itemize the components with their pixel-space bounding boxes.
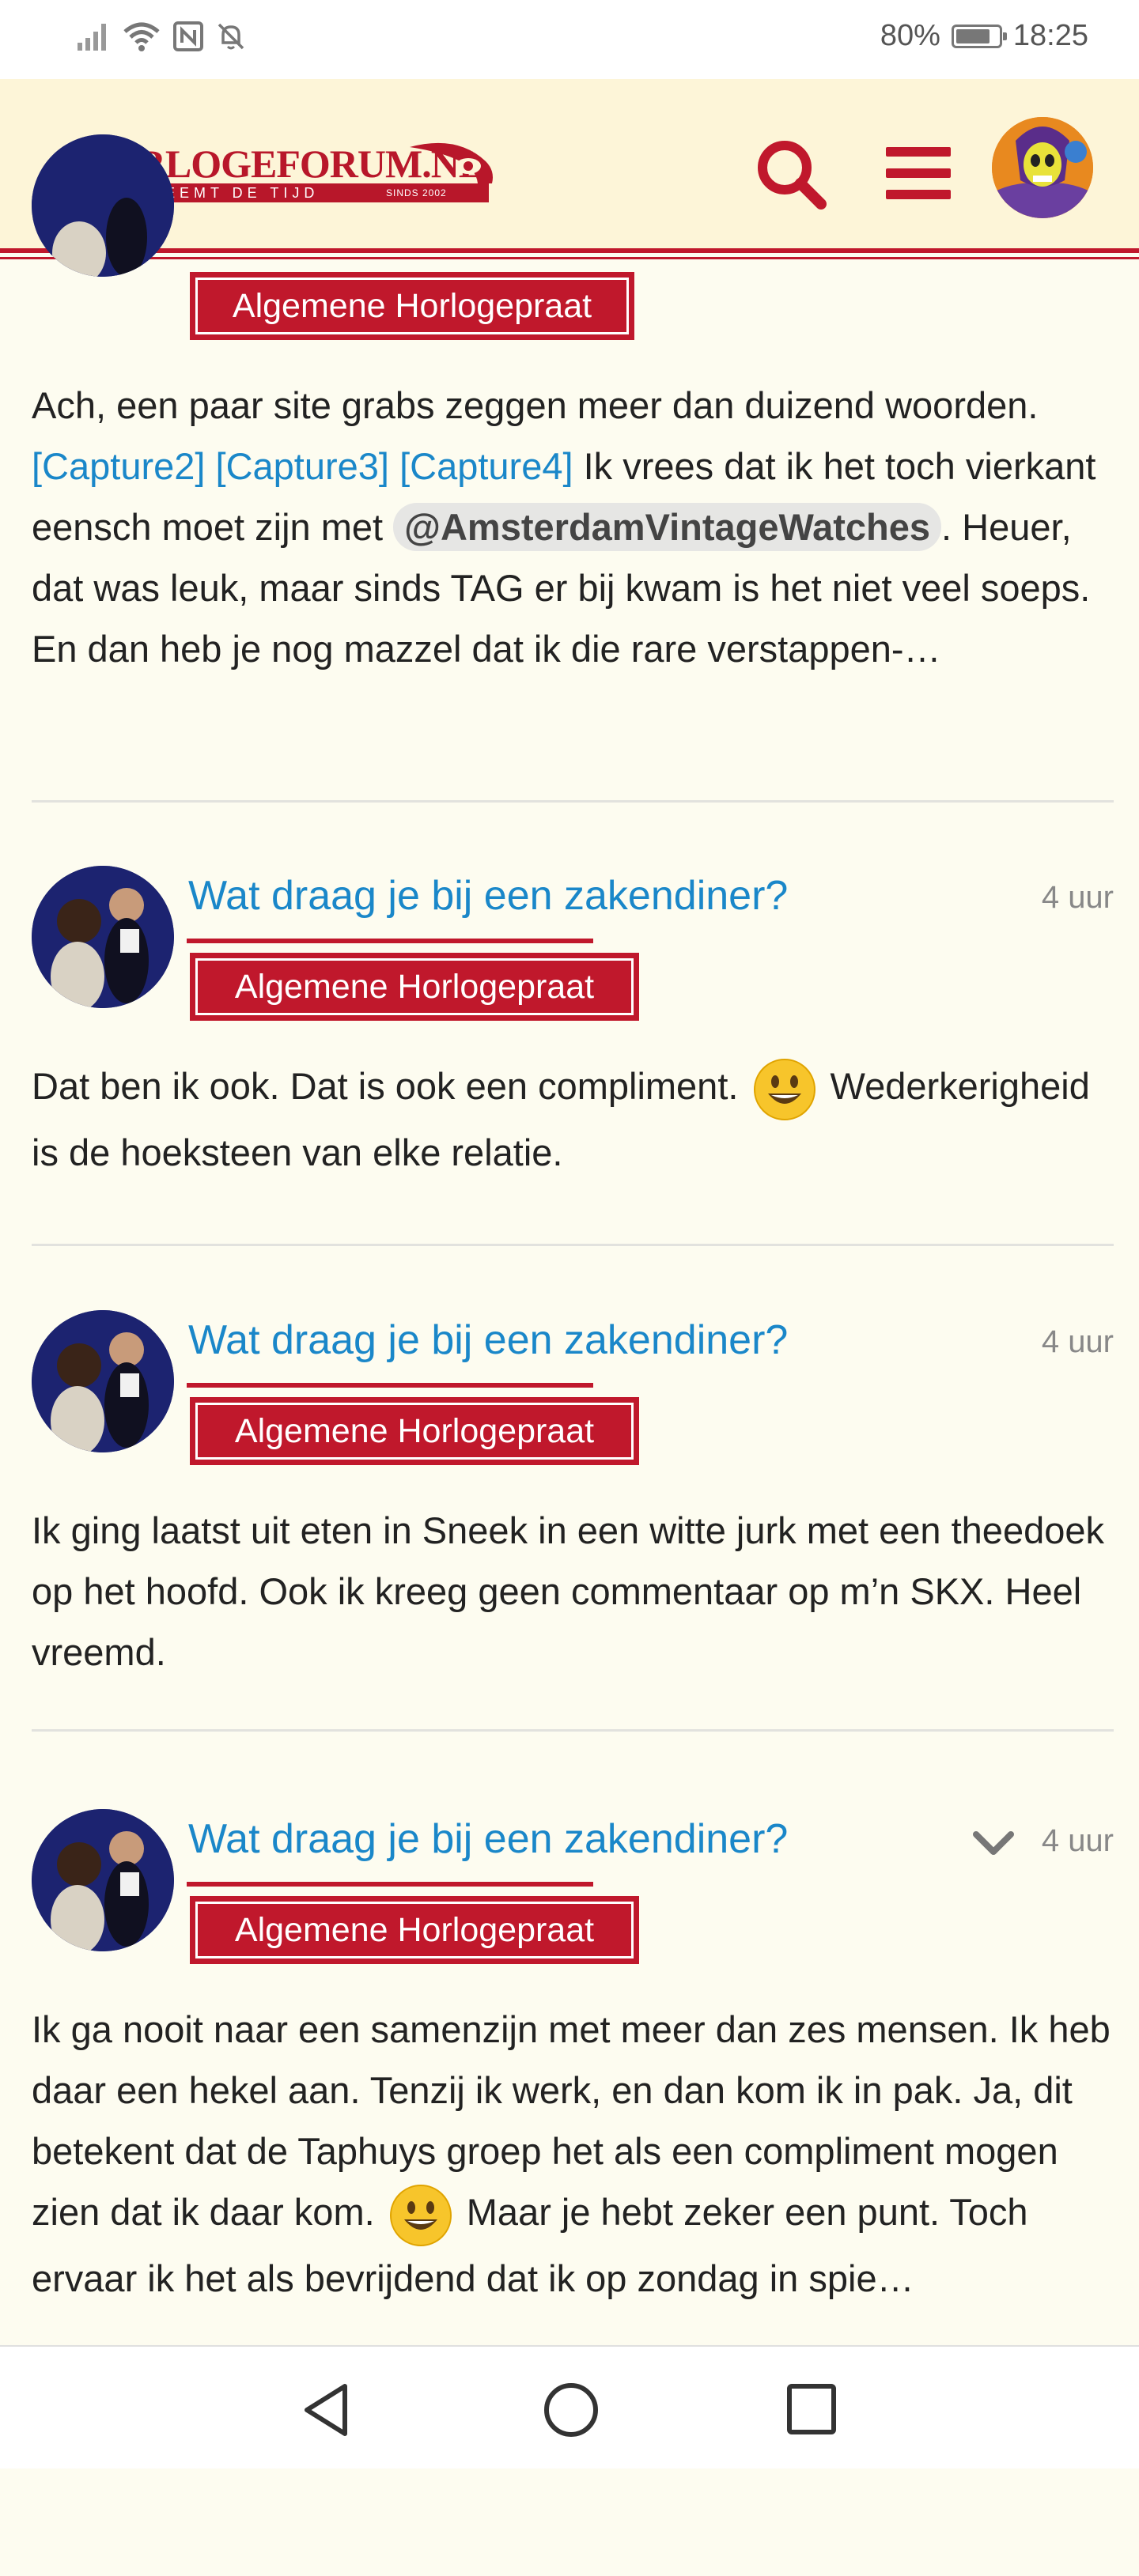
category-line <box>187 1383 593 1388</box>
author-avatar[interactable] <box>32 134 174 277</box>
post-divider <box>32 1244 1114 1246</box>
bell-muted-icon <box>218 23 244 50</box>
category-badge[interactable]: Algemene Horlogepraat <box>190 1896 639 1964</box>
author-avatar[interactable] <box>32 1310 174 1452</box>
attachment-link[interactable]: [Capture4] <box>399 445 573 487</box>
category-badge[interactable]: Algemene Horlogepraat <box>190 272 634 340</box>
post-excerpt: Ach, een paar site grabs zeggen meer dan… <box>32 375 1114 679</box>
menu-icon[interactable] <box>883 138 954 209</box>
nfc-icon <box>173 21 203 51</box>
category-badge[interactable]: Algemene Horlogepraat <box>190 953 639 1021</box>
post-title-link[interactable]: Wat draag je bij een zakendiner? <box>188 1316 788 1364</box>
clock: 18:25 <box>1012 19 1088 52</box>
post-timestamp[interactable]: 4 uur <box>1042 1324 1114 1360</box>
author-photo-icon <box>32 866 174 1008</box>
skeletor-avatar-icon <box>992 117 1093 218</box>
post-excerpt: Dat ben ik ook. Dat is ook een complimen… <box>32 1056 1114 1183</box>
battery-percentage: 80% <box>880 19 940 52</box>
category-line <box>187 1882 593 1887</box>
post-text: Dat ben ik ook. Dat is ook een complimen… <box>32 1065 749 1107</box>
battery-icon <box>951 24 1007 48</box>
status-bar: 80% 18:25 <box>0 0 1139 79</box>
logo-tagline: NEEMT DE TIJD <box>150 185 320 201</box>
chevron-down-icon[interactable] <box>973 1830 1014 1856</box>
battery-level-fill <box>955 28 990 43</box>
attachment-link[interactable]: [Capture2] <box>32 445 205 487</box>
post-divider <box>32 1729 1114 1732</box>
category-line <box>187 248 593 253</box>
back-icon[interactable] <box>301 2381 351 2438</box>
author-avatar[interactable] <box>32 866 174 1008</box>
search-icon[interactable] <box>751 134 831 213</box>
author-avatar[interactable] <box>32 1809 174 1951</box>
post-timestamp[interactable]: 4 uur <box>1042 880 1114 916</box>
recents-icon[interactable] <box>786 2383 837 2435</box>
user-mention[interactable]: @AmsterdamVintageWatches <box>393 503 942 551</box>
author-photo-icon <box>32 134 174 277</box>
site-header: HORLOGEFORUM.NL NEEMT DE TIJD SINDS 2002 <box>0 79 1139 259</box>
author-photo-icon <box>32 1809 174 1951</box>
post-timestamp[interactable]: 4 uur <box>1042 1823 1114 1859</box>
post-title-link[interactable]: Wat draag je bij een zakendiner? <box>188 872 788 920</box>
post-divider <box>32 800 1114 803</box>
post-excerpt: Ik ging laatst uit eten in Sneek in een … <box>32 1509 1105 1673</box>
system-nav-bar <box>0 2345 1139 2468</box>
post-title-link[interactable]: Wat draag je bij een zakendiner? <box>188 1815 788 1863</box>
wifi-icon <box>123 22 160 51</box>
post-text: Ach, een paar site grabs zeggen meer dan… <box>32 384 1039 426</box>
smiley-emoji-icon <box>389 2184 452 2246</box>
signal-icon <box>78 24 106 51</box>
category-badge[interactable]: Algemene Horlogepraat <box>190 1397 639 1465</box>
post-excerpt: Ik ga nooit naar een samenzijn met meer … <box>32 1999 1114 2576</box>
category-line <box>187 939 593 943</box>
user-avatar[interactable] <box>992 117 1093 218</box>
home-icon[interactable] <box>543 2381 600 2438</box>
logo-swoosh-icon <box>410 142 493 183</box>
author-photo-icon <box>32 1310 174 1452</box>
smiley-emoji-icon <box>753 1058 815 1120</box>
attachment-link[interactable]: [Capture3] <box>216 445 389 487</box>
